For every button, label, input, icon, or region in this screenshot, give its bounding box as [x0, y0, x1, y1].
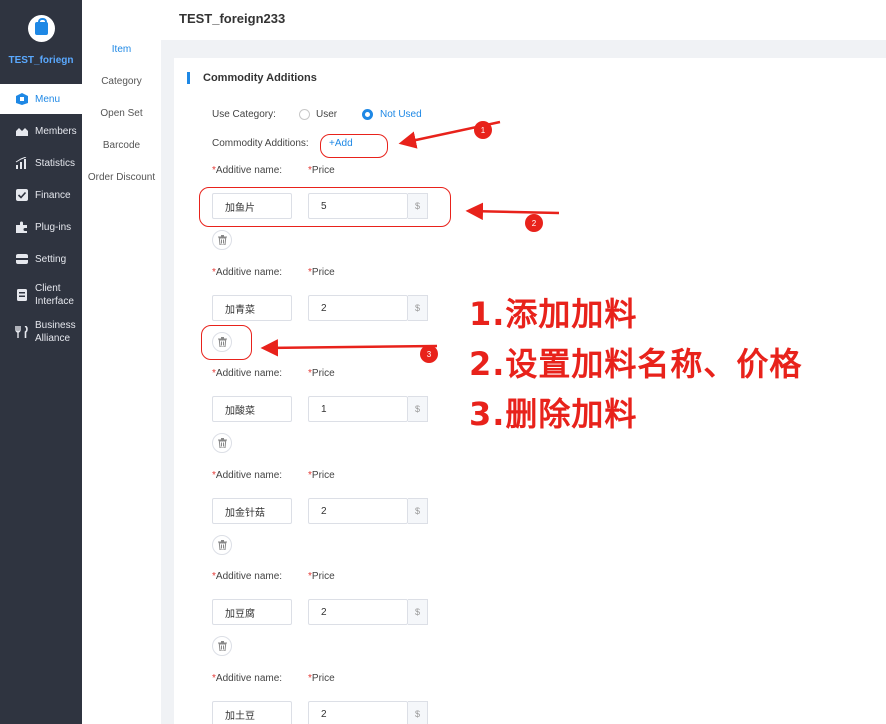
annotation-note-1: 1.添加加料 — [469, 295, 638, 333]
step-badge-3: 3 — [420, 345, 438, 363]
highlight-add-button — [320, 134, 388, 158]
highlight-delete-button — [201, 325, 252, 360]
arrow-3 — [260, 339, 438, 357]
arrow-2 — [465, 202, 560, 221]
highlight-additive-fields — [199, 187, 451, 227]
step-badge-1: 1 — [474, 121, 492, 139]
annotation-note-2: 2.设置加料名称、价格 — [469, 345, 803, 383]
annotation-note-3: 3.删除加料 — [469, 395, 638, 433]
step-badge-2: 2 — [525, 214, 543, 232]
